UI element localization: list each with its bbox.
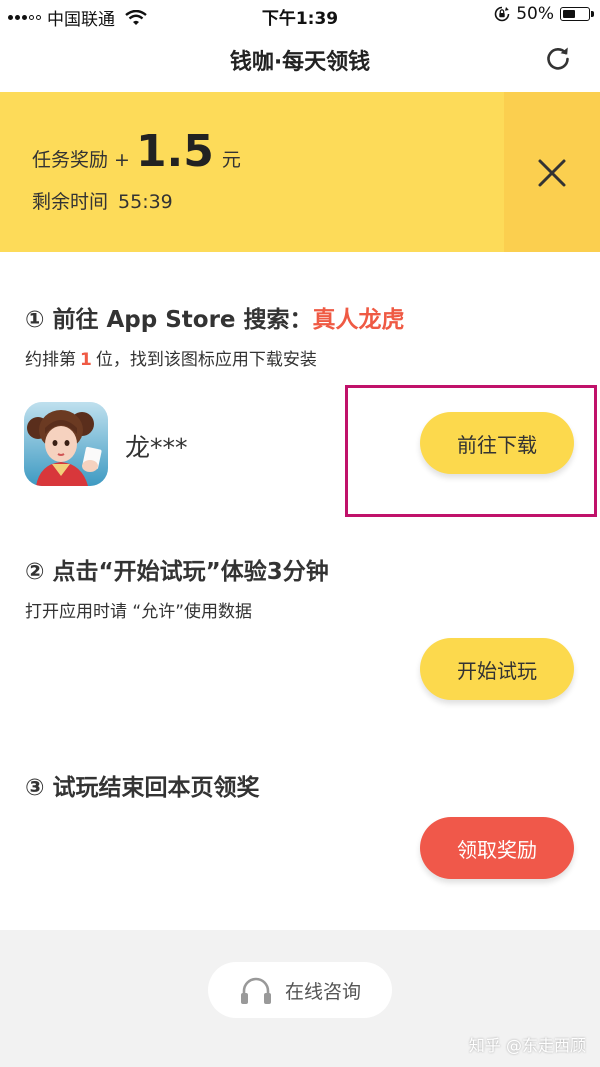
- battery-percent: 50%: [516, 4, 554, 24]
- banner-close-button[interactable]: [504, 92, 600, 252]
- app-icon-illustration: [24, 402, 108, 486]
- step2-title: ② 点击“开始试玩”体验3分钟: [25, 559, 329, 585]
- close-icon[interactable]: [537, 158, 567, 188]
- step1-keyword: 真人龙虎: [312, 307, 405, 333]
- nav-bar: 钱咖·每天领钱: [0, 30, 600, 92]
- download-button[interactable]: 前往下载: [420, 412, 574, 474]
- claim-reward-button[interactable]: 领取奖励: [420, 817, 574, 879]
- reward-amount: 1.5: [135, 126, 214, 177]
- online-consult-button[interactable]: 在线咨询: [208, 962, 392, 1018]
- start-trial-button[interactable]: 开始试玩: [420, 638, 574, 700]
- battery-icon: [560, 7, 594, 21]
- time-remaining-line: 剩余时间 55:39: [32, 187, 183, 214]
- status-right: 50%: [494, 4, 594, 24]
- reward-banner: 任务奖励 + 1.5 元 剩余时间 55:39: [0, 92, 600, 252]
- time-remaining: 55:39: [118, 191, 173, 213]
- orientation-lock-icon: [494, 6, 510, 22]
- app-icon: [24, 402, 108, 486]
- step1-subtitle: 约排第 1 位，找到该图标应用下载安装: [25, 345, 317, 370]
- headset-icon: [240, 977, 271, 1004]
- reward-label: 任务奖励: [32, 149, 109, 171]
- step2-subtitle: 打开应用时请 “允许”使用数据: [25, 602, 253, 622]
- step1-title: ① 前往 App Store 搜索：真人龙虎: [25, 300, 405, 334]
- step1-sub-prefix: 约排第: [25, 350, 76, 370]
- reward-line: 任务奖励 + 1.5 元: [32, 126, 241, 177]
- step1-sub-suffix: 位，找到该图标应用下载安装: [95, 350, 317, 370]
- status-bar: 中国联通 下午1:39 50%: [0, 0, 600, 30]
- app-name: 龙***: [125, 433, 188, 462]
- reward-plus: +: [114, 149, 130, 171]
- page-title: 钱咖·每天领钱: [229, 50, 371, 75]
- step1-title-prefix: ① 前往 App Store 搜索：: [25, 307, 313, 333]
- step3-title: ③ 试玩结束回本页领奖: [25, 775, 260, 801]
- step1-rank: 1: [80, 350, 92, 370]
- reward-unit: 元: [221, 149, 241, 171]
- time-label: 剩余时间: [32, 191, 109, 213]
- watermark: 知乎 @东走西顾: [468, 1036, 586, 1055]
- bottom-bar: 在线咨询 知乎 @东走西顾: [0, 930, 600, 1067]
- refresh-icon[interactable]: [544, 44, 572, 72]
- consult-label: 在线咨询: [284, 980, 361, 1003]
